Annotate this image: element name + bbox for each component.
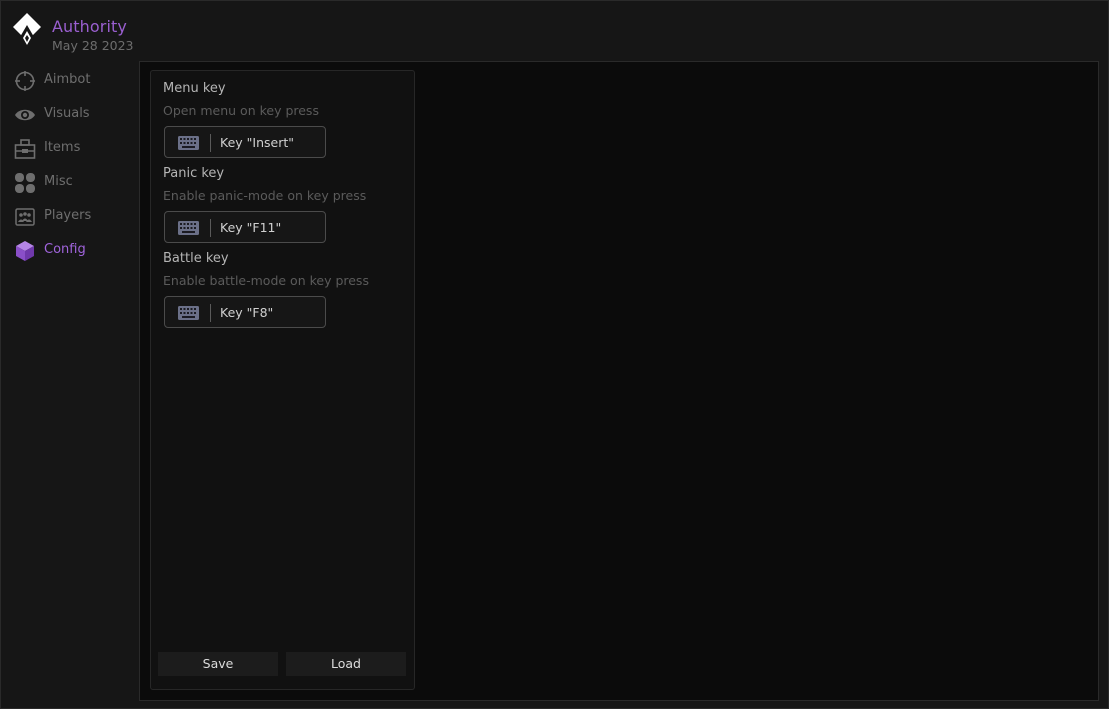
load-button[interactable]: Load [286, 652, 406, 676]
grid-icon [15, 173, 35, 193]
toolbox-icon [14, 139, 36, 159]
players-icon [15, 208, 35, 226]
sidebar-item-players[interactable]: Players [0, 200, 138, 234]
sidebar-item-config[interactable]: Config [0, 234, 138, 268]
setting-panic-key: Panic key Enable panic-mode on key press… [163, 165, 403, 243]
app-name: Authority [52, 17, 127, 36]
keybind-button[interactable]: Key "F11" [164, 211, 326, 243]
keybind-separator [210, 219, 211, 237]
sidebar: Aimbot Visuals Items Misc Players Config [0, 64, 138, 268]
setting-title: Battle key [163, 251, 229, 266]
keybind-separator [210, 304, 211, 322]
setting-description: Enable battle-mode on key press [163, 273, 369, 288]
keybind-label: Key "F8" [220, 305, 274, 320]
sidebar-item-aimbot[interactable]: Aimbot [0, 64, 138, 98]
setting-title: Panic key [163, 166, 225, 181]
sidebar-item-visuals[interactable]: Visuals [0, 98, 138, 132]
save-button[interactable]: Save [158, 652, 278, 676]
keyboard-icon [178, 306, 199, 320]
sidebar-item-label: Players [44, 208, 92, 223]
keybind-separator [210, 134, 211, 152]
eye-icon [15, 109, 35, 121]
cube-icon [16, 241, 34, 261]
setting-description: Enable panic-mode on key press [163, 188, 367, 203]
keybind-button[interactable]: Key "Insert" [164, 126, 326, 158]
keybind-label: Key "F11" [220, 220, 282, 235]
sidebar-item-misc[interactable]: Misc [0, 166, 138, 200]
keyboard-icon [178, 136, 199, 150]
setting-menu-key: Menu key Open menu on key press Key "Ins… [163, 80, 403, 158]
setting-title: Menu key [163, 81, 226, 96]
sidebar-item-label: Misc [44, 174, 73, 189]
keybind-button[interactable]: Key "F8" [164, 296, 326, 328]
authority-logo-icon [13, 13, 41, 49]
setting-battle-key: Battle key Enable battle-mode on key pre… [163, 250, 403, 328]
sidebar-item-label: Visuals [44, 106, 90, 121]
brand-header: Authority May 28 2023 [12, 13, 212, 55]
keyboard-icon [178, 221, 199, 235]
crosshair-icon [15, 71, 35, 91]
build-date: May 28 2023 [52, 38, 134, 53]
setting-description: Open menu on key press [163, 103, 319, 118]
sidebar-item-label: Items [44, 140, 81, 155]
sidebar-item-items[interactable]: Items [0, 132, 138, 166]
sidebar-item-label: Aimbot [44, 72, 91, 87]
keybind-label: Key "Insert" [220, 135, 294, 150]
config-card: Menu key Open menu on key press Key "Ins… [150, 70, 415, 690]
sidebar-item-label: Config [44, 242, 86, 257]
